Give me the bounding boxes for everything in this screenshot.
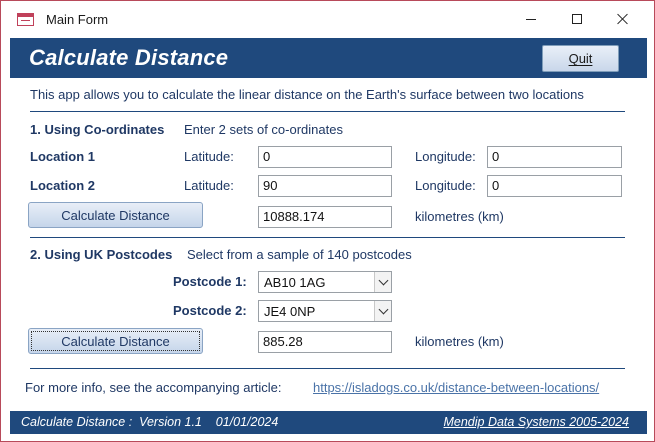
window-title: Main Form xyxy=(46,12,109,27)
maximize-button[interactable] xyxy=(554,3,600,35)
minimize-button[interactable] xyxy=(508,3,554,35)
divider xyxy=(30,368,625,369)
intro-text: This app allows you to calculate the lin… xyxy=(30,87,584,102)
postcode2-value: JE4 0NP xyxy=(264,304,316,319)
divider xyxy=(30,111,625,112)
location2-longitude-label: Longitude: xyxy=(415,178,476,193)
article-link[interactable]: https://isladogs.co.uk/distance-between-… xyxy=(313,380,599,395)
location1-longitude-label: Longitude: xyxy=(415,149,476,164)
location2-label: Location 2 xyxy=(30,178,96,193)
location1-latitude-label: Latitude: xyxy=(184,149,234,164)
section2-heading: 2. Using UK Postcodes xyxy=(30,247,173,262)
location2-latitude-input[interactable]: 90 xyxy=(258,175,392,197)
copyright-link[interactable]: Mendip Data Systems 2005-2024 xyxy=(443,415,629,429)
close-button[interactable] xyxy=(600,3,646,35)
page-title: Calculate Distance xyxy=(29,45,229,70)
close-icon xyxy=(617,13,629,25)
header-bar: Calculate Distance Quit xyxy=(10,38,647,78)
section1-heading: 1. Using Co-ordinates xyxy=(30,122,165,137)
footer-bar: Calculate Distance : Version 1.1 01/01/2… xyxy=(10,411,647,434)
postcode2-label: Postcode 2: xyxy=(173,303,247,318)
chevron-down-icon[interactable] xyxy=(374,272,391,292)
title-bar[interactable]: Main Form xyxy=(1,1,654,37)
more-info-text: For more info, see the accompanying arti… xyxy=(25,380,282,395)
section2-hint: Select from a sample of 140 postcodes xyxy=(187,247,412,262)
coordinates-unit-label: kilometres (km) xyxy=(415,209,504,224)
postcode1-label: Postcode 1: xyxy=(173,274,247,289)
maximize-icon xyxy=(572,14,582,24)
section1-hint: Enter 2 sets of co-ordinates xyxy=(184,122,343,137)
postcodes-result-field[interactable]: 885.28 xyxy=(258,331,392,353)
postcodes-unit-label: kilometres (km) xyxy=(415,334,504,349)
postcode1-value: AB10 1AG xyxy=(264,275,326,290)
calculate-coordinates-button[interactable]: Calculate Distance xyxy=(28,202,203,228)
quit-button[interactable]: Quit xyxy=(542,45,619,72)
form-icon xyxy=(17,13,34,26)
location1-label: Location 1 xyxy=(30,149,96,164)
location2-longitude-input[interactable]: 0 xyxy=(487,175,622,197)
coordinates-result-field[interactable]: 10888.174 xyxy=(258,206,392,228)
divider xyxy=(30,237,625,238)
version-text: Calculate Distance : Version 1.1 01/01/2… xyxy=(21,415,279,429)
main-window: Main Form Calculate Distance Quit This a… xyxy=(0,0,655,442)
postcode1-select[interactable]: AB10 1AG xyxy=(258,271,392,293)
postcode2-select[interactable]: JE4 0NP xyxy=(258,300,392,322)
calculate-postcodes-button[interactable]: Calculate Distance xyxy=(28,328,203,354)
location1-longitude-input[interactable]: 0 xyxy=(487,146,622,168)
location2-latitude-label: Latitude: xyxy=(184,178,234,193)
location1-latitude-input[interactable]: 0 xyxy=(258,146,392,168)
minimize-icon xyxy=(526,18,536,20)
chevron-down-icon[interactable] xyxy=(374,301,391,321)
